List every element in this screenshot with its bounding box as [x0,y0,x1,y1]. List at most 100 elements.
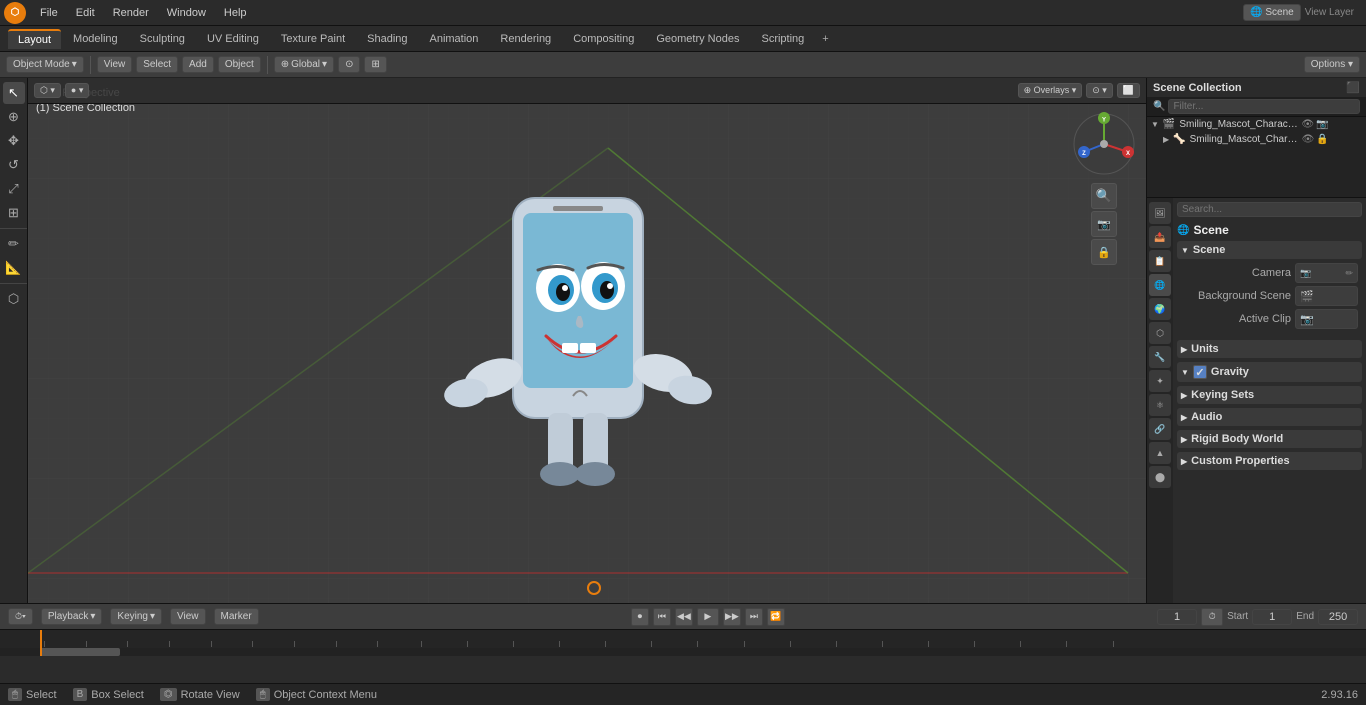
object-menu[interactable]: Object [218,56,261,73]
tab-texture-paint[interactable]: Texture Paint [271,30,355,48]
skip-end-btn[interactable]: ⏭ [745,608,763,626]
rigid-body-header[interactable]: ▶ Rigid Body World [1177,430,1362,448]
tab-uv-editing[interactable]: UV Editing [197,30,269,48]
props-tab-particles[interactable]: ✦ [1149,370,1171,392]
props-tab-view-layer[interactable]: 📋 [1149,250,1171,272]
tab-animation[interactable]: Animation [420,30,489,48]
props-tab-data[interactable]: ▲ [1149,442,1171,464]
menu-edit[interactable]: Edit [68,5,103,21]
units-section-header[interactable]: ▶ Units [1177,340,1362,358]
current-frame-input[interactable] [1157,609,1197,625]
camera-icon-0[interactable]: 📷 [1316,119,1328,130]
next-frame-btn[interactable]: ▶▶ [723,608,741,626]
menu-window[interactable]: Window [159,5,214,21]
outliner-item-1[interactable]: ▶ 🦴 Smiling_Mascot_Characte 👁 🔒 [1147,132,1366,147]
viewport-gizmos-btn[interactable]: ⊙ ▾ [1086,83,1113,98]
skip-start-btn[interactable]: ⏮ [653,608,671,626]
tab-layout[interactable]: Layout [8,29,61,49]
fps-btn[interactable]: ⏱ [1201,608,1223,626]
props-tab-modifier[interactable]: 🔧 [1149,346,1171,368]
props-tab-object[interactable]: ⬡ [1149,322,1171,344]
tab-scripting[interactable]: Scripting [751,30,814,48]
custom-props-header[interactable]: ▶ Custom Properties [1177,452,1362,470]
props-search-input[interactable] [1177,202,1362,217]
props-tab-output[interactable]: 📤 [1149,226,1171,248]
timeline-view-btn[interactable]: View [170,608,206,625]
tab-rendering[interactable]: Rendering [490,30,561,48]
gravity-checkbox[interactable]: ✓ [1193,365,1207,379]
menu-help[interactable]: Help [216,5,255,21]
snap-btn[interactable]: ⊙ [338,56,360,73]
camera-field-edit-icon[interactable]: ✏ [1345,268,1353,279]
viewport-view-mode[interactable]: ⬡ ▾ [34,83,61,98]
props-tab-world[interactable]: 🌍 [1149,298,1171,320]
lock-view-btn[interactable]: 🔒 [1091,239,1117,265]
timeline-mode-btn[interactable]: ⏱▾ [8,608,33,625]
tool-scale[interactable]: ⤢ [3,178,25,200]
select-menu[interactable]: Select [136,56,178,73]
status-context-menu: 🖱 Object Context Menu [256,688,377,701]
tool-annotate[interactable]: ✏ [3,233,25,255]
tool-cursor[interactable]: ⊕ [3,106,25,128]
view-menu[interactable]: View [97,56,133,73]
playback-btn[interactable]: Playback ▾ [41,608,103,625]
tab-compositing[interactable]: Compositing [563,30,644,48]
camera-view-btn[interactable]: 📷 [1091,211,1117,237]
tool-select[interactable]: ↖ [3,82,25,104]
add-workspace-tab[interactable]: + [816,31,834,47]
menu-file[interactable]: File [32,5,66,21]
lock-icon-1[interactable]: 🔒 [1316,134,1328,145]
outliner-filter-btn[interactable]: ⬛ [1346,81,1360,94]
timeline-scrollbar[interactable] [0,648,1366,656]
background-scene-field[interactable]: 🎬 [1295,286,1358,306]
timeline-ruler[interactable]: 10 20 30 40 50 60 70 80 90 100 110 120 1… [0,630,1366,656]
loop-btn[interactable]: 🔁 [767,608,785,626]
start-frame-input[interactable] [1252,609,1292,625]
tool-add[interactable]: ⬡ [3,288,25,310]
tab-geometry-nodes[interactable]: Geometry Nodes [646,30,749,48]
props-tab-physics[interactable]: ⚛ [1149,394,1171,416]
eye-icon-0[interactable]: 👁 [1301,119,1314,130]
tool-rotate[interactable]: ↺ [3,154,25,176]
nav-gizmo[interactable]: Y X Z [1072,112,1136,176]
tab-modeling[interactable]: Modeling [63,30,128,48]
tab-shading[interactable]: Shading [357,30,417,48]
tab-sculpting[interactable]: Sculpting [130,30,195,48]
outliner-search-input[interactable] [1168,99,1360,114]
marker-btn[interactable]: Marker [214,608,259,625]
keying-btn[interactable]: Keying ▾ [110,608,162,625]
prev-frame-btn[interactable]: ◀◀ [675,608,693,626]
add-menu[interactable]: Add [182,56,214,73]
end-frame-input[interactable] [1318,609,1358,625]
viewport-overlays-btn[interactable]: ⊕ Overlays ▾ [1018,83,1083,98]
menu-render[interactable]: Render [105,5,157,21]
play-btn[interactable]: ▶ [697,608,719,626]
tool-measure[interactable]: 📐 [3,257,25,279]
proportional-edit[interactable]: ⊞ [364,56,386,73]
props-tab-material[interactable]: ⬤ [1149,466,1171,488]
blender-logo[interactable]: ⬡ [4,2,26,24]
tool-transform[interactable]: ⊞ [3,202,25,224]
options-btn[interactable]: Options ▾ [1304,56,1360,73]
camera-field[interactable]: 📷 ✏ [1295,263,1358,283]
viewport-3d[interactable]: User Perspective (1) Scene Collection ⬡ … [28,78,1146,603]
props-tab-scene[interactable]: 🌐 [1149,274,1171,296]
viewport-shading-type[interactable]: ● ▾ [65,83,89,98]
mode-selector[interactable]: Object Mode ▾ [6,56,84,73]
viewport-xray-btn[interactable]: ⬜ [1117,83,1140,98]
eye-icon-1[interactable]: 👁 [1302,134,1315,145]
zoom-in-btn[interactable]: 🔍 [1091,183,1117,209]
scrollbar-thumb[interactable] [40,648,120,656]
transform-orientation[interactable]: ⊕ Global ▾ [274,56,334,73]
props-tab-render[interactable]: 🖼 [1149,202,1171,224]
active-clip-field[interactable]: 📷 [1295,309,1358,329]
scene-selector[interactable]: 🌐 Scene [1243,4,1301,21]
scene-section-header[interactable]: ▼ Scene [1177,241,1362,259]
keying-sets-header[interactable]: ▶ Keying Sets [1177,386,1362,404]
gravity-section-header[interactable]: ▼ ✓ Gravity [1177,362,1362,382]
props-tab-constraints[interactable]: 🔗 [1149,418,1171,440]
tool-move[interactable]: ✥ [3,130,25,152]
record-btn[interactable]: ⏺ [631,608,649,626]
outliner-item-0[interactable]: ▼ 🎬 Smiling_Mascot_Character_JP 👁 📷 [1147,117,1366,132]
audio-section-header[interactable]: ▶ Audio [1177,408,1362,426]
